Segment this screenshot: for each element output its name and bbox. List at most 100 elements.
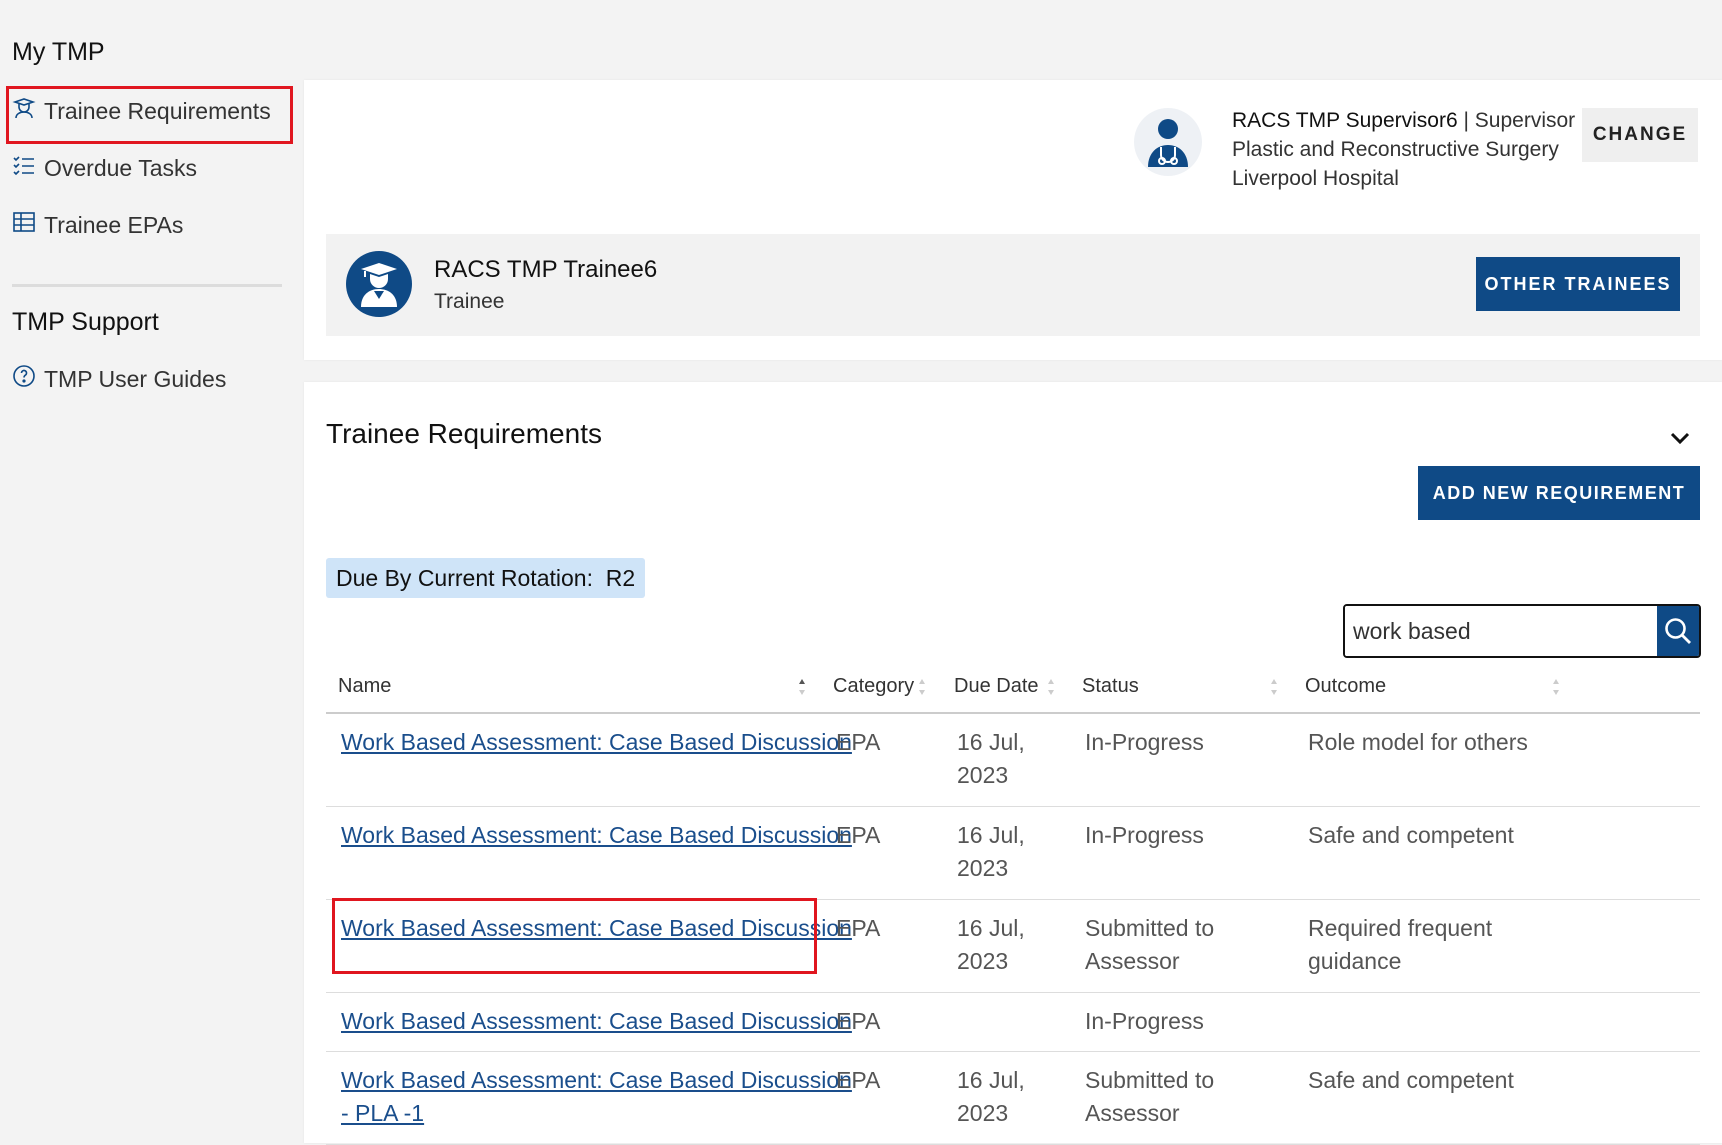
separator: | [1463, 109, 1469, 132]
supervisor-avatar [1134, 108, 1202, 176]
supervisor-hospital: Liverpool Hospital [1232, 167, 1399, 190]
status-line: Assessor [1085, 948, 1180, 974]
status-cell: In-Progress [1085, 726, 1204, 759]
column-header-name[interactable]: Name [338, 660, 391, 712]
due-date-cell: 16 Jul, 2023 [957, 819, 1025, 885]
status-line: In-Progress [1085, 729, 1204, 755]
sidebar: My TMP Trainee Requirements Overdue Task… [0, 0, 300, 1143]
requirements-card: Trainee Requirements ADD NEW REQUIREMENT… [304, 382, 1722, 1145]
trainee-role: Trainee [434, 290, 505, 313]
status-cell: Submitted to Assessor [1085, 912, 1214, 978]
highlight-box [332, 898, 817, 974]
chevron-down-icon[interactable] [1666, 424, 1694, 452]
sort-asc-icon[interactable] [798, 678, 806, 696]
due-value: R2 [605, 564, 636, 591]
search-icon [1665, 618, 1691, 644]
table-icon [12, 210, 36, 240]
requirement-link-cell: Work Based Assessment: Case Based Discus… [341, 1005, 852, 1038]
outcome-cell: Safe and competent [1308, 1064, 1514, 1097]
sidebar-item-label: TMP User Guides [44, 365, 227, 392]
sidebar-item-user-guides[interactable]: TMP User Guides [12, 364, 226, 394]
status-cell: Submitted to Assessor [1085, 1064, 1214, 1130]
requirement-link-cell: Work Based Assessment: Case Based Discus… [341, 819, 852, 852]
doctor-icon [1148, 119, 1188, 167]
sidebar-item-label: Trainee EPAs [44, 211, 184, 238]
section-title: Trainee Requirements [326, 418, 602, 449]
other-trainees-button[interactable]: OTHER TRAINEES [1476, 257, 1680, 311]
due-date-line: 2023 [957, 762, 1009, 788]
sidebar-item-overdue-tasks[interactable]: Overdue Tasks [12, 153, 197, 183]
category-cell: EPA [836, 822, 881, 848]
supervisor-info: RACS TMP Supervisor6 | Supervisor Plasti… [1232, 106, 1575, 193]
sort-icon[interactable] [1270, 678, 1278, 696]
outcome-cell: Role model for others [1308, 726, 1528, 759]
change-button[interactable]: CHANGE [1582, 108, 1698, 162]
due-date-line: 16 Jul, [957, 822, 1025, 848]
trainee-bar: RACS TMP Trainee6 Trainee OTHER TRAINEES [326, 234, 1700, 336]
category-cell: EPA [836, 729, 881, 755]
search-button[interactable] [1657, 606, 1699, 656]
header-card: RACS TMP Supervisor6 | Supervisor Plasti… [304, 80, 1722, 360]
due-date-cell: 16 Jul, 2023 [957, 912, 1025, 978]
sidebar-item-label: Overdue Tasks [44, 154, 197, 181]
status-line: Assessor [1085, 1100, 1180, 1126]
due-label: Due By Current Rotation: [336, 564, 593, 591]
due-date-line: 2023 [957, 1100, 1009, 1126]
column-header-due-date[interactable]: Due Date [954, 660, 1039, 712]
sort-icon[interactable] [918, 678, 926, 696]
link-line: Work Based Assessment: Case Based Discus… [341, 1067, 852, 1093]
table-row: Work Based Assessment: Case Based Discus… [326, 807, 1700, 900]
checklist-icon [12, 153, 36, 183]
status-line: In-Progress [1085, 1008, 1204, 1034]
requirement-link[interactable]: Work Based Assessment: Case Based Discus… [341, 729, 852, 755]
add-requirement-button[interactable]: ADD NEW REQUIREMENT [1418, 466, 1700, 520]
sidebar-section-title: TMP Support [12, 308, 159, 336]
status-line: Submitted to [1085, 1067, 1215, 1093]
table-row: Work Based Assessment: Case Based Discus… [326, 993, 1700, 1052]
search-box [1343, 604, 1701, 658]
outcome-line: Required frequent [1308, 915, 1493, 941]
column-header-outcome[interactable]: Outcome [1305, 660, 1386, 712]
due-rotation-badge: Due By Current Rotation: R2 [326, 558, 646, 598]
requirement-link[interactable]: Work Based Assessment: Case Based Discus… [341, 822, 852, 848]
due-date-line: 16 Jul, [957, 915, 1025, 941]
status-line: In-Progress [1085, 822, 1204, 848]
supervisor-role: Supervisor [1474, 109, 1576, 132]
link-line: - PLA -1 [341, 1100, 425, 1126]
status-cell: In-Progress [1085, 819, 1204, 852]
requirement-link-cell: Work Based Assessment: Case Based Discus… [341, 1064, 852, 1130]
sidebar-divider [12, 284, 282, 287]
help-circle-icon [12, 364, 36, 394]
outcome-line: Safe and competent [1308, 1067, 1514, 1093]
column-header-category[interactable]: Category [833, 660, 914, 712]
outcome-cell: Required frequent guidance [1308, 912, 1492, 978]
outcome-line: guidance [1308, 948, 1402, 974]
requirement-link[interactable]: Work Based Assessment: Case Based Discus… [341, 1008, 852, 1034]
sidebar-section-title: My TMP [12, 38, 105, 66]
category-cell: EPA [836, 915, 881, 941]
requirement-link-cell: Work Based Assessment: Case Based Discus… [341, 726, 852, 759]
outcome-cell: Safe and competent [1308, 819, 1514, 852]
due-date-cell: 16 Jul, 2023 [957, 1064, 1025, 1130]
outcome-line: Safe and competent [1308, 822, 1514, 848]
sort-icon[interactable] [1047, 678, 1055, 696]
status-cell: In-Progress [1085, 1005, 1204, 1038]
sidebar-item-trainee-epas[interactable]: Trainee EPAs [12, 210, 183, 240]
status-line: Submitted to [1085, 915, 1215, 941]
outcome-line: Role model for others [1308, 729, 1528, 755]
column-header-status[interactable]: Status [1082, 660, 1139, 712]
due-date-line: 16 Jul, [957, 1067, 1025, 1093]
search-input[interactable] [1345, 606, 1657, 656]
trainee-avatar [346, 251, 412, 317]
due-date-line: 2023 [957, 855, 1009, 881]
table-row: Work Based Assessment: Case Based Discus… [326, 1052, 1700, 1145]
category-cell: EPA [836, 1067, 881, 1093]
due-date-line: 2023 [957, 948, 1009, 974]
table-row: Work Based Assessment: Case Based Discus… [326, 714, 1700, 807]
highlight-box [6, 86, 293, 144]
requirement-link[interactable]: Work Based Assessment: Case Based Discus… [341, 1067, 852, 1126]
sort-icon[interactable] [1552, 678, 1560, 696]
supervisor-name: RACS TMP Supervisor6 [1232, 109, 1458, 132]
trainee-name: RACS TMP Trainee6 [434, 256, 658, 283]
supervisor-specialty: Plastic and Reconstructive Surgery [1232, 138, 1559, 161]
